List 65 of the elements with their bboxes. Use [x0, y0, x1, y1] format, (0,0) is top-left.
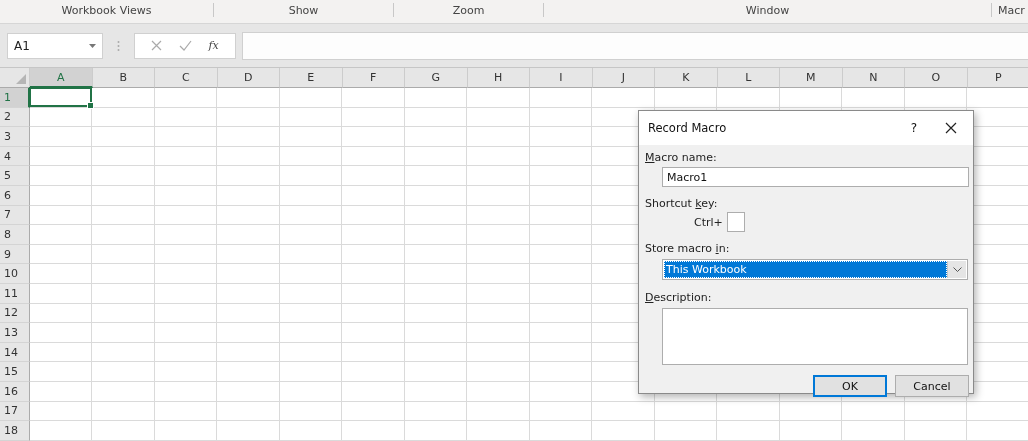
select-all-icon[interactable] [16, 74, 26, 84]
row-header[interactable]: 10 [0, 264, 30, 284]
column-header[interactable]: O [905, 68, 968, 88]
help-button[interactable]: ? [910, 121, 917, 135]
column-header[interactable]: H [467, 68, 530, 88]
caret-icon [89, 43, 96, 48]
row-header[interactable]: 6 [0, 185, 30, 206]
column-header[interactable]: K [655, 68, 718, 88]
column-header[interactable]: A [30, 68, 93, 88]
row-header[interactable]: 17 [0, 401, 30, 422]
row-header[interactable]: 16 [0, 381, 30, 402]
row-header[interactable]: 2 [0, 107, 30, 128]
column-header[interactable]: B [92, 68, 155, 88]
ctrl-label: Ctrl+ [694, 215, 723, 229]
row-header[interactable]: 9 [0, 244, 30, 265]
check-icon[interactable] [178, 40, 192, 51]
field-label: Store macro in: [645, 242, 730, 256]
insert-function-button[interactable]: fx [208, 39, 219, 52]
column-header[interactable]: F [342, 68, 405, 88]
ribbon-group-label: Show [288, 3, 319, 17]
column-header[interactable]: N [842, 68, 905, 88]
row-header[interactable]: 12 [0, 303, 30, 324]
row-header[interactable]: 8 [0, 225, 30, 245]
row-header[interactable]: 13 [0, 323, 30, 343]
grip-icon [117, 39, 120, 52]
column-header[interactable]: M [780, 68, 843, 88]
row-header[interactable]: 18 [0, 421, 30, 441]
ribbon-group-label: Workbook Views [61, 3, 152, 17]
name-box[interactable]: A1 [7, 32, 103, 59]
close-icon[interactable] [945, 122, 957, 134]
column-header[interactable]: D [217, 68, 280, 88]
cancel-icon[interactable] [151, 40, 163, 51]
chevron-icon [952, 267, 962, 272]
field-label: Shortcut key: [645, 197, 718, 211]
ribbon-group-label: Window [745, 3, 790, 17]
row-header[interactable]: 7 [0, 205, 30, 226]
row-header[interactable]: 15 [0, 362, 30, 382]
description-field[interactable] [662, 308, 968, 365]
dropdown-value: This Workbook [664, 261, 947, 278]
dialog-title: Record Macro [648, 121, 728, 135]
row-header[interactable]: 1 [0, 88, 30, 108]
ribbon-group-label: Macr [998, 3, 1025, 17]
formula-input[interactable] [242, 31, 1028, 60]
column-header[interactable]: L [717, 68, 780, 88]
column-header[interactable]: E [280, 68, 343, 88]
row-header[interactable]: 4 [0, 146, 30, 167]
row-header[interactable]: 11 [0, 283, 30, 304]
row-header[interactable]: 14 [0, 342, 30, 363]
cancel-button[interactable]: Cancel [895, 375, 969, 397]
column-header[interactable]: I [530, 68, 593, 88]
field-label: Description: [645, 291, 712, 305]
column-header[interactable]: G [405, 68, 468, 88]
macro-name-field[interactable]: Macro1 [662, 167, 969, 187]
row-header[interactable]: 3 [0, 127, 30, 147]
shortcut-key-field[interactable] [726, 212, 745, 232]
ok-button[interactable]: OK [813, 375, 887, 397]
cell-cursor [29, 87, 92, 107]
store-macro-dropdown[interactable]: This Workbook [662, 259, 968, 280]
ribbon-group-label: Zoom [452, 3, 485, 17]
column-header[interactable]: J [592, 68, 655, 88]
column-header[interactable]: C [155, 68, 218, 88]
column-header[interactable]: P [967, 68, 1028, 88]
field-label: Macro name: [645, 151, 717, 165]
dropdown-button[interactable] [947, 261, 966, 278]
row-header[interactable]: 5 [0, 166, 30, 186]
